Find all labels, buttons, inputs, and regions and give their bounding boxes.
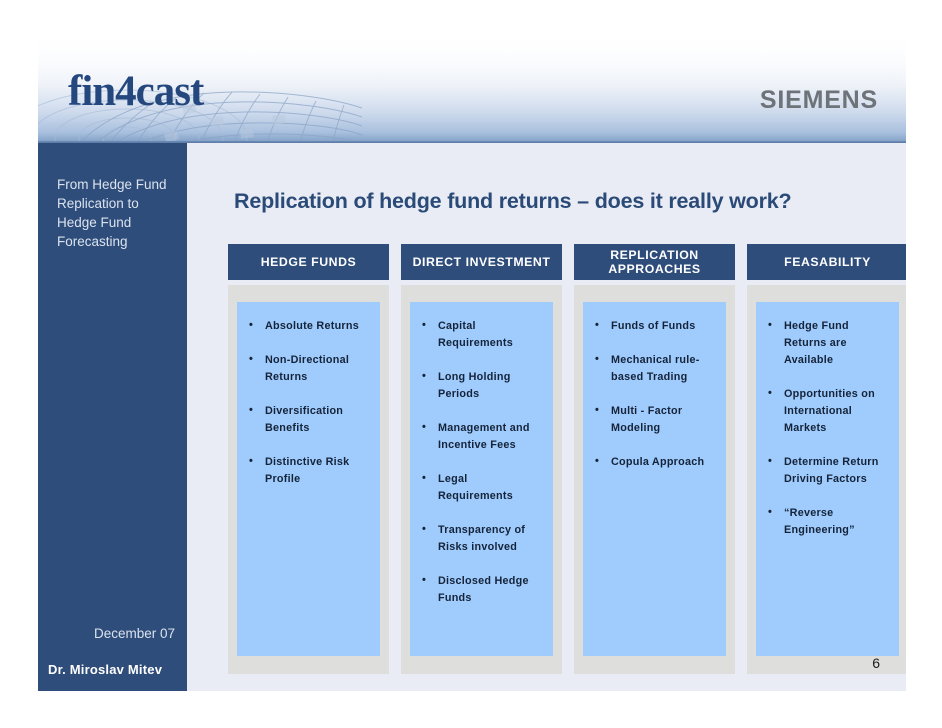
column-header: HEDGE FUNDS [228, 244, 389, 280]
page-number: 6 [872, 655, 880, 671]
columns-container: HEDGE FUNDS Absolute Returns Non-Directi… [228, 244, 906, 674]
list-item: Opportunities on International Markets [764, 385, 891, 437]
bullet-list: Absolute Returns Non-Directional Returns… [245, 317, 372, 488]
bullet-list: Hedge Fund Returns are Available Opportu… [764, 317, 891, 539]
siemens-logo: SIEMENS [759, 86, 878, 114]
column-replication-approaches: REPLICATION APPROACHES Funds of Funds Me… [574, 244, 735, 674]
column-header: DIRECT INVESTMENT [401, 244, 562, 280]
column-body: Funds of Funds Mechanical rule-based Tra… [574, 285, 735, 674]
column-inner-panel: Capital Requirements Long Holding Period… [410, 302, 553, 656]
column-direct-investment: DIRECT INVESTMENT Capital Requirements L… [401, 244, 562, 674]
sidebar-author: Dr. Miroslav Mitev [48, 662, 163, 677]
list-item: Funds of Funds [591, 317, 718, 335]
column-header: REPLICATION APPROACHES [574, 244, 735, 280]
list-item: Diversification Benefits [245, 402, 372, 437]
fin4cast-logo: fin4cast [68, 68, 204, 115]
list-item: Determine Return Driving Factors [764, 453, 891, 488]
header-banner: fin4cast SIEMENS [38, 38, 906, 143]
column-feasability: FEASABILITY Hedge Fund Returns are Avail… [747, 244, 906, 674]
list-item: Non-Directional Returns [245, 351, 372, 386]
list-item: Mechanical rule-based Trading [591, 351, 718, 386]
list-item: Legal Requirements [418, 470, 545, 505]
list-item: Transparency of Risks involved [418, 521, 545, 556]
bullet-list: Capital Requirements Long Holding Period… [418, 317, 545, 607]
list-item: Long Holding Periods [418, 368, 545, 403]
column-body: Capital Requirements Long Holding Period… [401, 285, 562, 674]
column-hedge-funds: HEDGE FUNDS Absolute Returns Non-Directi… [228, 244, 389, 674]
sidebar-date: December 07 [93, 626, 175, 641]
page-title: Replication of hedge fund returns – does… [234, 189, 792, 213]
list-item: Copula Approach [591, 453, 718, 471]
main-content: Replication of hedge fund returns – does… [187, 143, 906, 691]
column-inner-panel: Hedge Fund Returns are Available Opportu… [756, 302, 899, 656]
list-item: Absolute Returns [245, 317, 372, 335]
column-body: Absolute Returns Non-Directional Returns… [228, 285, 389, 674]
left-sidebar: From Hedge Fund Replication to Hedge Fun… [38, 143, 187, 691]
column-inner-panel: Absolute Returns Non-Directional Returns… [237, 302, 380, 656]
list-item: Multi - Factor Modeling [591, 402, 718, 437]
list-item: Disclosed Hedge Funds [418, 572, 545, 607]
column-inner-panel: Funds of Funds Mechanical rule-based Tra… [583, 302, 726, 656]
sidebar-subtitle: From Hedge Fund Replication to Hedge Fun… [57, 177, 167, 249]
slide-canvas: fin4cast SIEMENS From Hedge Fund Replica… [38, 38, 906, 691]
list-item: “Reverse Engineering” [764, 504, 891, 539]
bullet-list: Funds of Funds Mechanical rule-based Tra… [591, 317, 718, 471]
list-item: Management and Incentive Fees [418, 419, 545, 454]
column-header: FEASABILITY [747, 244, 906, 280]
column-body: Hedge Fund Returns are Available Opportu… [747, 285, 906, 674]
list-item: Capital Requirements [418, 317, 545, 352]
list-item: Distinctive Risk Profile [245, 453, 372, 488]
list-item: Hedge Fund Returns are Available [764, 317, 891, 369]
